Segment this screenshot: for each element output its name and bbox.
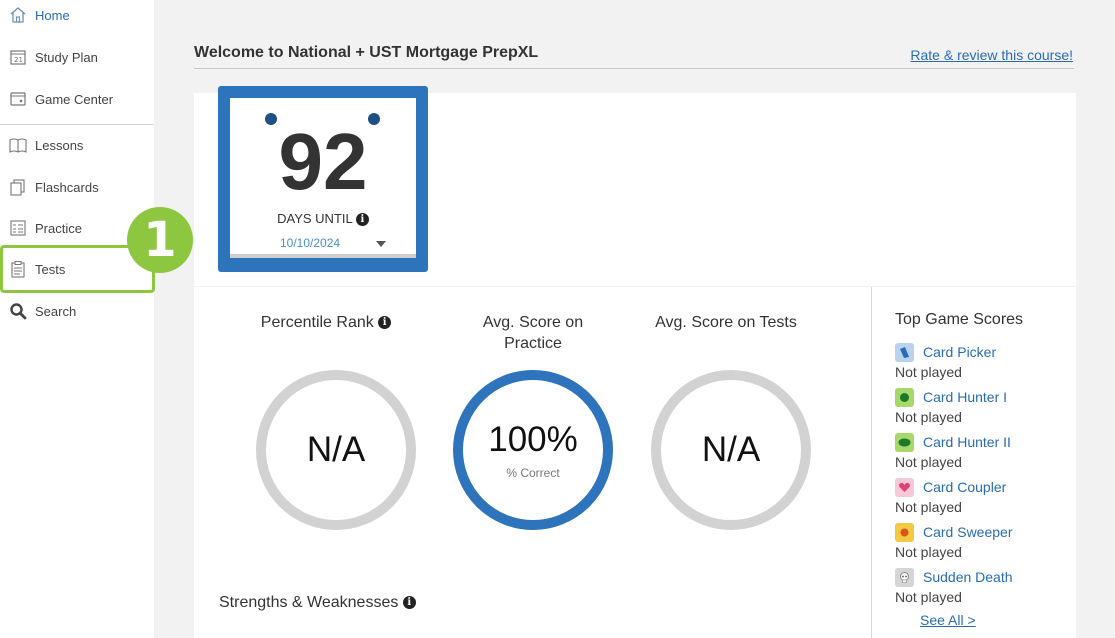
calendar-icon: 21 xyxy=(9,48,27,66)
sidebar-item-label: Home xyxy=(35,7,70,23)
info-icon[interactable]: i xyxy=(378,316,392,330)
game-link[interactable]: Card Hunter II xyxy=(923,434,1011,450)
avg-tests-value: N/A xyxy=(701,430,761,469)
heart-icon xyxy=(895,478,914,497)
countdown-calendar: 92 DAYS UNTIL i 10/10/2024 xyxy=(218,86,428,272)
avg-practice-ring: 100% % Correct xyxy=(453,370,613,530)
game-link[interactable]: Card Sweeper xyxy=(923,524,1013,540)
clipboard-icon xyxy=(9,260,27,278)
avg-tests-label: Avg. Score on Tests xyxy=(655,314,797,331)
game-status: Not played xyxy=(895,364,962,380)
game-score-item: Sudden Death Not played xyxy=(895,567,1075,612)
game-score-item: Card Hunter II Not played xyxy=(895,432,1075,477)
game-score-item: Card Picker Not played xyxy=(895,342,1075,387)
game-link[interactable]: Card Coupler xyxy=(923,479,1006,495)
chevron-down-icon[interactable] xyxy=(376,241,386,247)
panel-divider xyxy=(871,287,872,638)
see-all-link[interactable]: See All > xyxy=(920,612,976,628)
percentile-rank-value: N/A xyxy=(306,430,366,469)
sidebar-item-label: Practice xyxy=(35,220,82,236)
search-icon xyxy=(9,302,27,320)
sidebar-item-label: Lessons xyxy=(35,137,84,153)
avg-practice-value: 100% xyxy=(488,420,578,459)
card-hunter-icon xyxy=(895,388,914,407)
sidebar-item-study-plan[interactable]: 21 Study Plan xyxy=(0,37,154,77)
game-status: Not played xyxy=(895,409,962,425)
info-icon[interactable]: i xyxy=(402,596,416,610)
page-title: Welcome to National + UST Mortgage PrepX… xyxy=(194,44,539,61)
sidebar-item-home[interactable]: Home xyxy=(0,0,154,35)
percent-correct-label: % Correct xyxy=(506,466,560,480)
exam-date[interactable]: 10/10/2024 xyxy=(280,236,340,250)
game-status: Not played xyxy=(895,454,962,470)
skull-icon xyxy=(895,568,914,587)
sidebar-item-label: Study Plan xyxy=(35,49,98,65)
sweeper-icon xyxy=(895,523,914,542)
book-icon xyxy=(9,136,27,154)
sidebar: Home 21 Study Plan Game Center Lessons F… xyxy=(0,0,193,638)
calendar-page: 92 DAYS UNTIL i 10/10/2024 xyxy=(230,98,416,258)
game-score-item: Card Hunter I Not played xyxy=(895,387,1075,432)
avg-tests-ring: N/A xyxy=(651,370,811,530)
sidebar-item-label: Flashcards xyxy=(35,179,99,195)
info-icon[interactable]: i xyxy=(355,213,369,227)
sidebar-item-label: Game Center xyxy=(35,91,114,107)
step-badge: 1 xyxy=(127,207,193,273)
sidebar-item-game-center[interactable]: Game Center xyxy=(0,79,154,119)
percentile-rank-text: Percentile Rank xyxy=(260,314,374,331)
sidebar-item-search[interactable]: Search xyxy=(0,291,154,331)
game-status: Not played xyxy=(895,499,962,515)
game-icon xyxy=(9,90,27,108)
svg-text:21: 21 xyxy=(14,56,23,64)
percentile-rank-label: Percentile Rank i xyxy=(236,312,416,333)
checklist-icon xyxy=(9,219,27,237)
sidebar-item-label: Search xyxy=(35,303,77,319)
avg-practice-label: Avg. Score on Practice xyxy=(482,314,584,352)
flashcards-icon xyxy=(9,178,27,196)
card-picker-icon xyxy=(895,343,914,362)
game-score-item: Card Sweeper Not played xyxy=(895,522,1075,567)
percentile-rank-ring: N/A xyxy=(256,370,416,530)
days-count: 92 xyxy=(278,117,368,206)
card-hunter-2-icon xyxy=(895,433,914,452)
strengths-weaknesses-text: Strengths & Weaknesses xyxy=(219,594,399,611)
game-status: Not played xyxy=(895,544,962,560)
game-link[interactable]: Card Hunter I xyxy=(923,389,1007,405)
game-link[interactable]: Card Picker xyxy=(923,344,996,360)
game-link[interactable]: Sudden Death xyxy=(923,569,1013,585)
rate-review-link[interactable]: Rate & review this course! xyxy=(910,47,1073,63)
game-score-item: Card Coupler Not played xyxy=(895,477,1075,522)
top-game-scores-title: Top Game Scores xyxy=(895,311,1024,328)
title-divider xyxy=(194,68,1074,69)
strengths-weaknesses-heading: Strengths & Weaknesses i xyxy=(219,594,416,612)
days-until-text: DAYS UNTIL xyxy=(277,211,353,226)
days-until-label: DAYS UNTIL i xyxy=(230,211,416,227)
game-status: Not played xyxy=(895,589,962,605)
home-icon xyxy=(9,6,27,24)
sidebar-item-flashcards[interactable]: Flashcards xyxy=(0,167,154,207)
sidebar-item-label: Tests xyxy=(35,261,66,277)
sidebar-item-lessons[interactable]: Lessons xyxy=(0,125,154,165)
